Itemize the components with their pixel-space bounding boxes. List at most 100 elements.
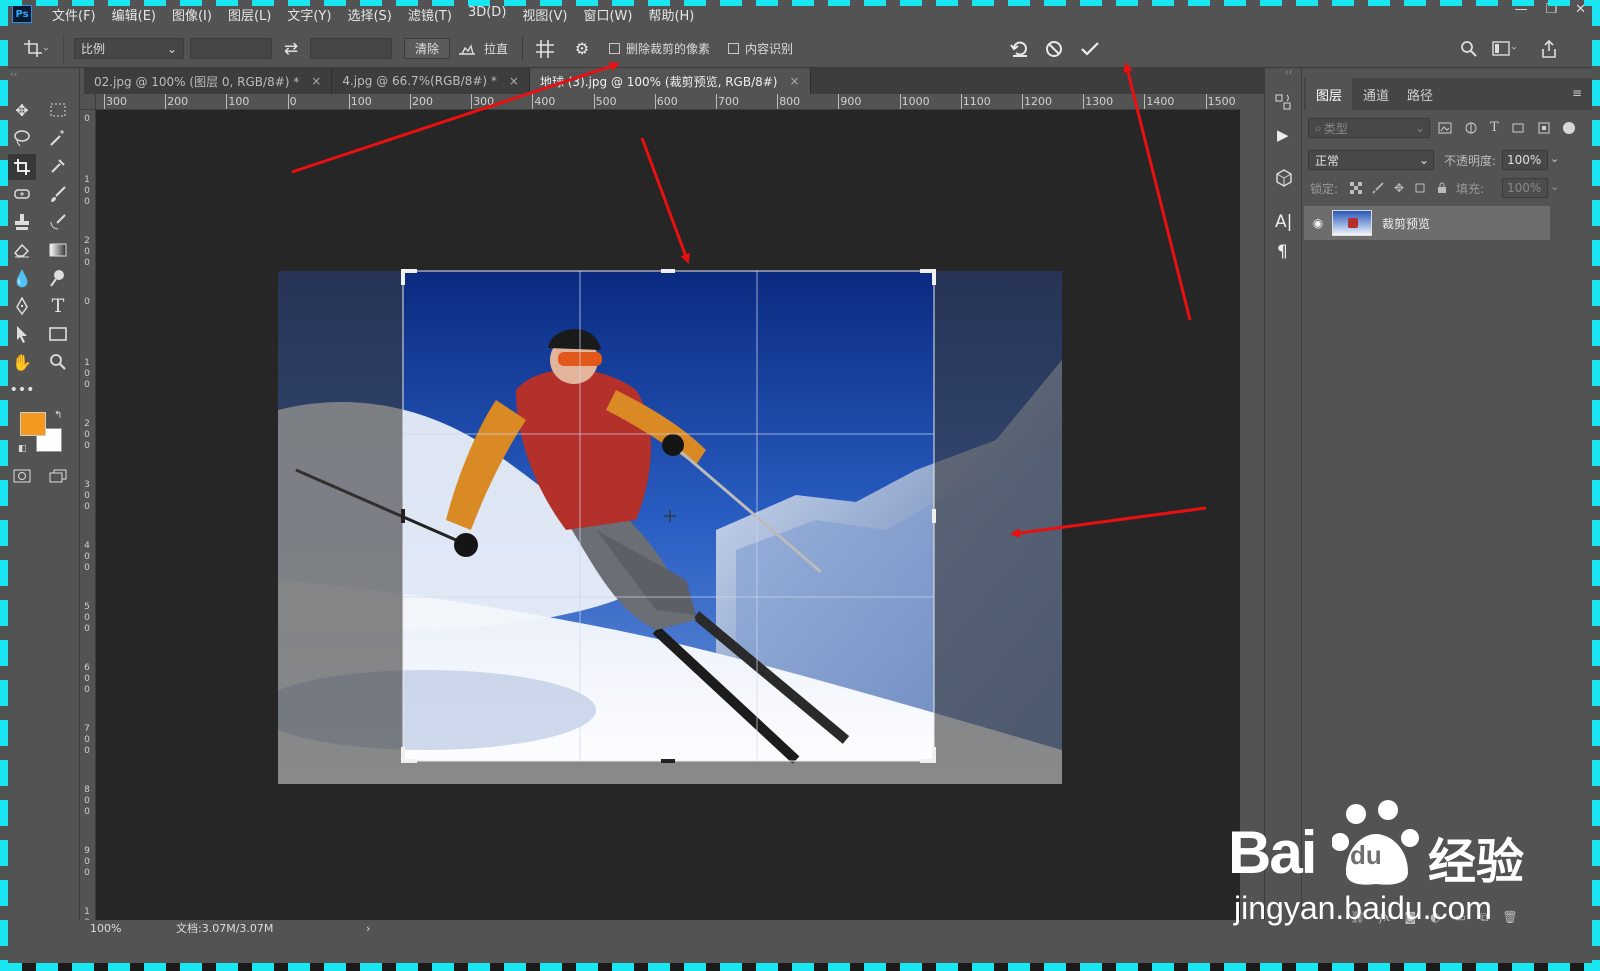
marquee-tool-icon[interactable] [46, 98, 70, 122]
magic-wand-tool-icon[interactable] [46, 126, 70, 150]
menu-item[interactable]: 滤镜(T) [400, 5, 460, 24]
paragraph-panel-icon[interactable]: ¶ [1277, 242, 1288, 262]
link-layers-icon[interactable]: ⛓ [1350, 910, 1365, 925]
blur-tool-icon[interactable]: 💧 [10, 266, 34, 290]
hand-tool-icon[interactable]: ✋ [10, 350, 34, 374]
lasso-tool-icon[interactable] [10, 126, 34, 150]
tab-channels[interactable]: 通道 [1354, 78, 1398, 110]
rectangle-tool-icon[interactable] [46, 322, 70, 346]
dodge-tool-icon[interactable] [46, 266, 70, 290]
character-panel-icon[interactable]: A| [1275, 212, 1292, 232]
adjustment-filter-icon[interactable] [1464, 122, 1478, 134]
3d-panel-icon[interactable] [1274, 168, 1294, 191]
menu-item[interactable]: 文字(Y) [279, 5, 339, 24]
zoom-tool-icon[interactable] [46, 350, 70, 374]
cancel-crop-icon[interactable] [1042, 38, 1066, 60]
layer-mask-icon[interactable]: ◙ [1404, 910, 1416, 925]
tab-paths[interactable]: 路径 [1400, 78, 1440, 110]
foreground-color-swatch[interactable] [20, 412, 46, 436]
delete-layer-icon[interactable]: 🗑 [1503, 910, 1518, 925]
pen-tool-icon[interactable] [10, 294, 34, 318]
history-brush-tool-icon[interactable] [46, 210, 70, 234]
layer-row[interactable]: ◉ 裁剪预览 [1304, 206, 1550, 240]
straighten-icon[interactable] [450, 42, 484, 56]
path-selection-tool-icon[interactable] [10, 322, 34, 346]
menu-item[interactable]: 文件(F) [44, 5, 104, 24]
document-tab[interactable]: 4.jpg @ 66.7%(RGB/8#) * × [332, 68, 530, 94]
brush-tool-icon[interactable] [46, 182, 70, 206]
ruler-origin[interactable] [80, 94, 96, 110]
eye-icon[interactable]: ◉ [1304, 216, 1332, 230]
document-tab[interactable]: 地球 (3).jpg @ 100% (裁剪预览, RGB/8#) × [529, 68, 811, 94]
menu-item[interactable]: 图像(I) [164, 5, 220, 24]
swap-dimensions-icon[interactable]: ⇄ [272, 39, 310, 59]
delete-cropped-pixels-checkbox[interactable]: 删除裁剪的像素 [609, 40, 710, 57]
gear-icon[interactable]: ⚙ [567, 39, 597, 58]
ratio-select[interactable]: 比例 ⌄ [74, 38, 184, 59]
crop-tool-preset-icon[interactable] [8, 33, 64, 64]
crop-tool-icon[interactable] [8, 154, 36, 180]
close-tab-icon[interactable]: × [311, 74, 321, 88]
overlay-grid-icon[interactable] [523, 39, 567, 59]
blend-mode-select[interactable]: 正常 ⌄ [1308, 150, 1434, 170]
menu-item[interactable]: 3D(D) [460, 5, 514, 24]
tab-layers[interactable]: 图层 [1306, 78, 1352, 110]
pixel-filter-icon[interactable] [1438, 122, 1452, 134]
opacity-input[interactable]: 100% [1502, 150, 1548, 170]
eyedropper-tool-icon[interactable] [46, 154, 70, 178]
panel-menu-icon[interactable]: ≡ [1572, 86, 1582, 100]
new-group-icon[interactable]: ▭ [1455, 910, 1466, 925]
fill-input[interactable]: 100% [1502, 178, 1548, 198]
close-tab-icon[interactable]: × [509, 74, 519, 88]
menu-item[interactable]: 选择(S) [339, 5, 399, 24]
swap-colors-icon[interactable]: ↰ [54, 410, 62, 421]
content-aware-checkbox[interactable]: 内容识别 [728, 40, 793, 57]
layer-filter-select[interactable]: ⌕ 类型 ⌄ [1308, 118, 1430, 138]
menu-item[interactable]: 编辑(E) [104, 5, 164, 24]
history-panel-icon[interactable] [1273, 92, 1293, 115]
clear-button[interactable]: 清除 [404, 38, 451, 59]
document-size[interactable]: 文档:3.07M/3.07M [176, 920, 326, 936]
document-canvas[interactable] [96, 110, 1240, 920]
workspace-icon[interactable] [1490, 38, 1520, 60]
type-tool-icon[interactable]: T [46, 294, 70, 318]
crop-width-input[interactable] [190, 38, 272, 59]
quick-mask-icon[interactable] [10, 464, 34, 488]
stamp-tool-icon[interactable] [10, 210, 34, 234]
share-icon[interactable] [1538, 38, 1560, 60]
menu-item[interactable]: 帮助(H) [640, 5, 702, 24]
lock-all-icon[interactable] [1436, 182, 1448, 194]
adjustment-layer-icon[interactable]: ◐ [1430, 910, 1440, 925]
document-tab[interactable]: 02.jpg @ 100% (图层 0, RGB/8#) * × [84, 68, 333, 94]
zoom-level[interactable]: 100% [80, 922, 132, 935]
canvas-area[interactable] [96, 110, 1240, 920]
healing-brush-tool-icon[interactable] [10, 182, 34, 206]
menu-item[interactable]: 视图(V) [514, 5, 575, 24]
reset-crop-icon[interactable] [1008, 38, 1032, 60]
shape-filter-icon[interactable] [1511, 122, 1525, 134]
fill-slider-icon[interactable]: ⌄ [1550, 180, 1559, 193]
collapse-toolbar-icon[interactable]: ‹‹ [10, 70, 17, 80]
menu-item[interactable]: 图层(L) [220, 5, 279, 24]
actions-panel-icon[interactable]: ▶ [1277, 126, 1289, 144]
opacity-slider-icon[interactable]: ⌄ [1550, 152, 1559, 165]
move-tool-icon[interactable]: ✥ [10, 98, 34, 122]
lock-transparent-icon[interactable] [1350, 182, 1362, 194]
lock-artboard-icon[interactable] [1414, 182, 1426, 194]
smart-object-filter-icon[interactable] [1537, 122, 1551, 134]
lock-image-icon[interactable] [1372, 182, 1384, 194]
new-layer-icon[interactable]: ⧉ [1480, 910, 1489, 925]
more-tools-icon[interactable]: ••• [10, 378, 35, 402]
commit-crop-icon[interactable] [1078, 38, 1102, 60]
lock-position-icon[interactable]: ✥ [1394, 182, 1404, 194]
straighten-label[interactable]: 拉直 [484, 40, 508, 57]
default-colors-icon[interactable]: ◧ [18, 444, 27, 454]
crop-height-input[interactable] [310, 38, 392, 59]
menu-item[interactable]: 窗口(W) [575, 5, 640, 24]
filter-toggle-icon[interactable] [1562, 122, 1575, 134]
gradient-tool-icon[interactable] [46, 238, 70, 262]
search-icon[interactable] [1458, 38, 1480, 60]
status-menu-arrow[interactable]: › [366, 922, 370, 935]
eraser-tool-icon[interactable] [10, 238, 34, 262]
screen-mode-icon[interactable] [46, 464, 70, 488]
